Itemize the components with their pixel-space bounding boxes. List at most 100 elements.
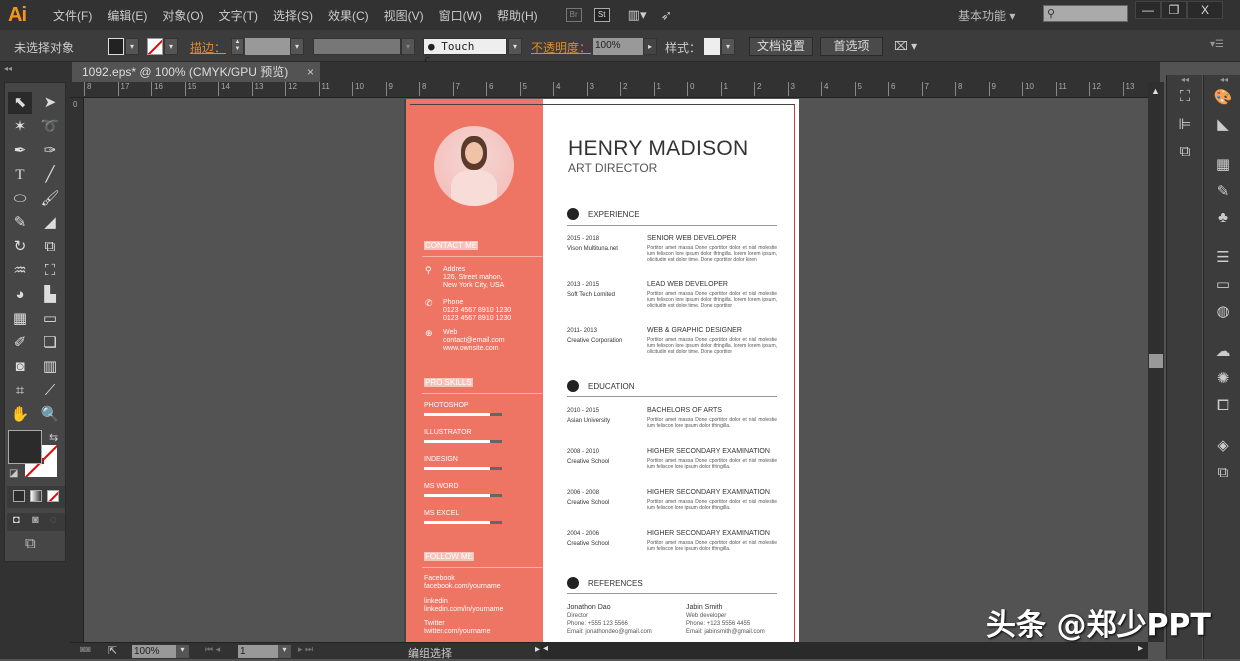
draw-normal-icon[interactable]: ◘ [13,514,20,526]
first-artboard-icon[interactable]: ⏮ ◂ [205,644,220,655]
lasso-tool-icon[interactable]: ➰ [38,116,62,138]
color-panel-icon[interactable]: 🎨 [1213,88,1233,108]
direct-selection-tool-icon[interactable]: ➤ [38,92,62,114]
hand-tool-icon[interactable]: ✋ [8,404,32,426]
gradient-panel-icon[interactable]: ▭ [1213,275,1233,295]
follow-link[interactable]: twitter.com/yourname [424,628,491,636]
collapse-panel-icon[interactable]: ◂◂ [1181,75,1189,84]
menu-file[interactable]: 文件(F) [53,7,92,24]
horizontal-ruler[interactable]: 8 17 16 15 14 13 12 11 10 9 8 7 6 5 4 3 2 1 0 1 2 3 4 5 6 7 8 9 10 11… [70,82,1148,98]
eraser-tool-icon[interactable]: ◢ [38,212,62,234]
style-dropdown[interactable]: ▾ [721,38,735,55]
pathfinder-panel-icon[interactable]: ⧉ [1175,142,1195,162]
help-search-input[interactable]: ⚲ [1043,5,1128,22]
mesh-tool-icon[interactable]: ▦ [8,308,32,330]
selection-tool-icon[interactable]: ⬉ [8,92,32,114]
next-artboard-icon[interactable]: ▸ ⏭ [298,644,313,655]
color-guide-panel-icon[interactable]: ◣ [1213,115,1233,135]
arrange-documents-icon[interactable]: ▥▾ [628,7,647,23]
fill-swatch[interactable] [108,38,124,55]
menu-effect[interactable]: 效果(C) [328,7,369,24]
gradient-mode-button[interactable] [30,490,42,502]
menu-view[interactable]: 视图(V) [384,7,424,24]
menu-type[interactable]: 文字(T) [219,7,258,24]
share-icon[interactable]: ⇱ [108,644,117,657]
artboard-dropdown[interactable]: ▾ [278,645,291,658]
zoom-dropdown[interactable]: ▾ [176,645,189,658]
menu-window[interactable]: 窗口(W) [439,7,482,24]
follow-link[interactable]: facebook.com/yourname [424,583,501,591]
preferences-button[interactable]: 首选项 [820,37,883,56]
slice-tool-icon[interactable]: ⟋ [38,380,62,402]
brushes-panel-icon[interactable]: ✎ [1213,182,1233,202]
zoom-tool-icon[interactable]: 🔍 [38,404,62,426]
swatches-panel-icon[interactable]: ▦ [1213,155,1233,175]
libraries-panel-icon[interactable]: ☁ [1213,342,1233,362]
minimize-button[interactable]: — [1135,1,1161,19]
opacity-slider-toggle[interactable]: ▸ [643,38,657,55]
stroke-swatch[interactable] [147,38,163,55]
symbol-sprayer-tool-icon[interactable]: ◙ [8,356,32,378]
align-panel-icon[interactable]: ⊫ [1175,115,1195,135]
bridge-button[interactable]: Br [565,8,582,22]
default-colors-icon[interactable]: ◪ [9,468,18,479]
stock-button[interactable]: St [593,8,610,22]
gradient-tool-icon[interactable]: ▭ [38,308,62,330]
document-setup-button[interactable]: 文档设置 [749,37,813,56]
artboard-number-input[interactable]: 1 [238,645,278,658]
variable-width-profile[interactable] [313,38,401,55]
none-mode-button[interactable] [47,490,59,502]
rotate-tool-icon[interactable]: ↻ [8,236,32,258]
profile-dropdown[interactable]: ▾ [401,38,415,55]
color-mode-button[interactable] [13,490,25,502]
gpu-performance-icon[interactable]: ➶ [660,7,672,24]
transform-panel-icon[interactable]: ⛶ [1175,87,1195,107]
eyedropper-tool-icon[interactable]: ✐ [8,332,32,354]
artboard-tool-icon[interactable]: ⌗ [8,380,32,402]
appearance-panel-icon[interactable]: ✺ [1213,369,1233,389]
pen-tool-icon[interactable]: ✒ [8,140,32,162]
brush-dropdown[interactable]: ▾ [508,38,522,55]
brush-definition[interactable]: ● Touch C... [423,38,507,68]
menu-edit[interactable]: 编辑(E) [107,7,147,24]
menu-help[interactable]: 帮助(H) [497,7,538,24]
perspective-grid-tool-icon[interactable]: ▙ [38,284,62,306]
layers-panel-icon[interactable]: ◈ [1213,436,1233,456]
type-tool-icon[interactable]: T [8,164,32,186]
zoom-level-input[interactable]: 100% [132,645,176,658]
vertical-ruler[interactable]: 0 [70,98,84,642]
scroll-left-icon[interactable]: ◂ [543,643,548,654]
stroke-weight-dropdown[interactable]: ▾ [290,38,304,55]
scale-tool-icon[interactable]: ⧉ [38,236,62,258]
gpu-preview-icon[interactable]: ◙◙ [80,644,91,654]
document-tab[interactable]: 1092.eps* @ 100% (CMYK/GPU 预览) × [72,62,320,82]
scroll-thumb[interactable] [1149,354,1163,368]
profile-photo[interactable] [434,126,514,206]
paintbrush-tool-icon[interactable]: 🖌 [38,188,62,210]
menu-object[interactable]: 对象(O) [162,7,203,24]
opacity-input[interactable]: 100% [593,38,643,55]
collapse-panel-icon[interactable]: ◂◂ [4,64,12,73]
column-graph-tool-icon[interactable]: ▥ [38,356,62,378]
restore-button[interactable]: ❐ [1161,1,1187,19]
ellipse-tool-icon[interactable]: ⬭ [8,188,32,210]
shape-builder-tool-icon[interactable]: ◕ [8,284,32,306]
horizontal-scrollbar[interactable]: ◂ ▸ [540,642,1148,659]
curvature-tool-icon[interactable]: ✑ [38,140,62,162]
close-tab-icon[interactable]: × [307,62,314,82]
panel-menu-icon[interactable]: ▾☰ [1210,39,1224,50]
fill-dropdown[interactable]: ▾ [125,38,139,55]
menu-select[interactable]: 选择(S) [273,7,313,24]
screen-mode-icon[interactable]: ⧉ [25,535,36,552]
blend-tool-icon[interactable]: ❏ [38,332,62,354]
collapse-panel-icon[interactable]: ◂◂ [1220,75,1228,84]
draw-behind-icon[interactable]: ◙ [32,514,39,526]
stroke-dropdown[interactable]: ▾ [164,38,178,55]
graphic-styles-panel-icon[interactable]: ⧠ [1213,396,1233,416]
free-transform-tool-icon[interactable]: ⛶ [38,260,62,282]
stroke-weight-input[interactable] [245,38,290,55]
opacity-label[interactable]: 不透明度： [531,39,591,56]
isolate-object-icon[interactable]: ⌧ ▾ [894,39,917,53]
symbols-panel-icon[interactable]: ♣ [1213,208,1233,228]
draw-inside-icon[interactable]: ◌ [50,514,57,526]
